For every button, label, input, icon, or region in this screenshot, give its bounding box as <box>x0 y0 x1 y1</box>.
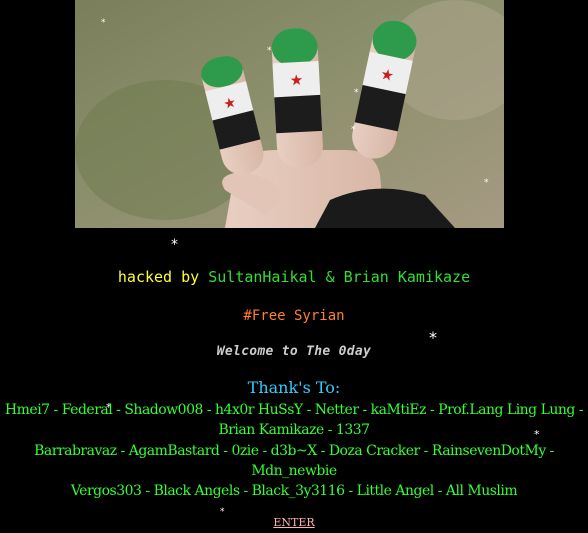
banner-image: ★ ★ ★ <box>75 0 504 228</box>
star-icon: * <box>171 237 178 253</box>
credits-line: Barrabravaz - AgamBastard - 0zie - d3b~X… <box>34 443 554 479</box>
welcome-message: Welcome to The 0day <box>216 344 372 359</box>
credits-line: Vergos303 - Black Angels - Black_3y3116 … <box>70 483 518 499</box>
hacked-by-label: hacked by <box>117 268 209 286</box>
svg-text:★: ★ <box>289 71 303 90</box>
thanks-heading: Thank's To: <box>247 378 341 397</box>
enter-link[interactable]: ENTER <box>0 516 588 529</box>
free-syrian-tag: #Free Syrian <box>243 308 345 324</box>
hacked-by-line: hacked by SultanHaikal & Brian Kamikaze <box>0 268 588 286</box>
credits-line: Hmei7 - Federal - Shadow008 - h4x0r HuSs… <box>4 402 584 438</box>
hacker-names: SultanHaikal & Brian Kamikaze <box>208 268 471 286</box>
